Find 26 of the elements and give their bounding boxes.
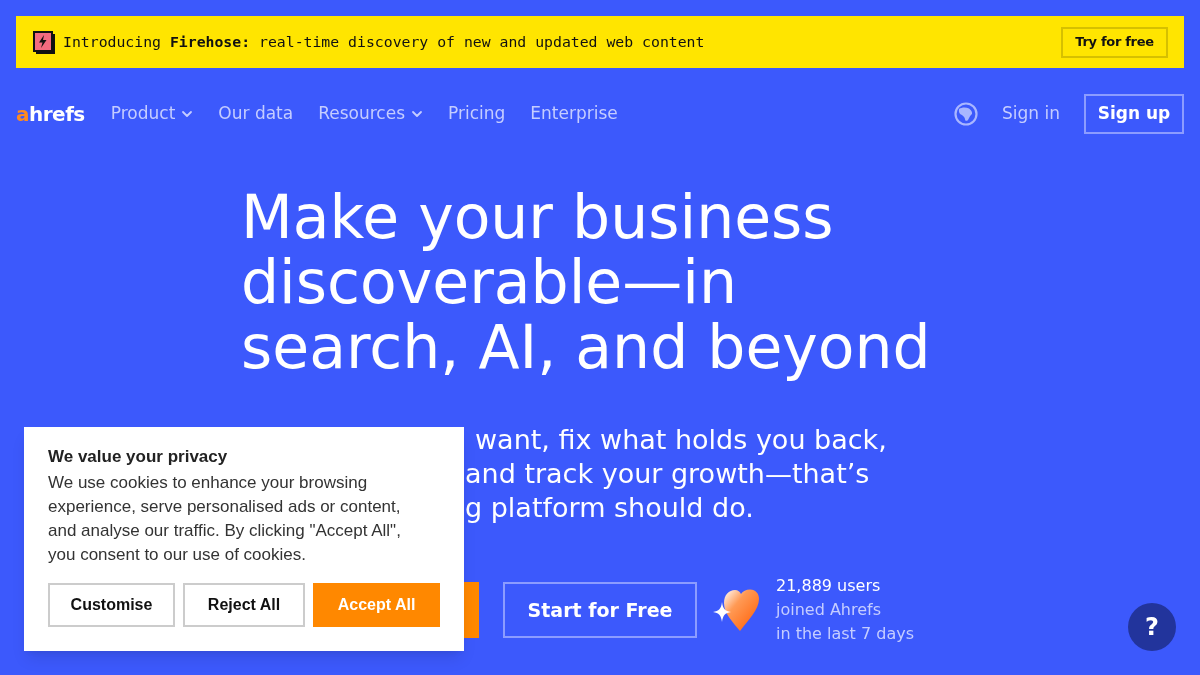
users-count: 21,889 users — [776, 575, 882, 597]
globe-icon[interactable] — [954, 102, 978, 126]
hero-subtitle: want, fix what holds you back, — [475, 423, 887, 457]
cookie-dialog-text: We use cookies to enhance your browsing experience, serve personalised ads or content, and analyse our traffic. By clicking "Accept All", you consent to our use of cookies. — [48, 472, 402, 566]
try-for-free-button[interactable]: Try for free — [1061, 26, 1168, 58]
social-proof-text: in the last 7 days — [776, 623, 914, 645]
lightning-bolt-icon — [33, 30, 55, 54]
help-button[interactable]: ? — [1128, 603, 1176, 651]
social-proof-text: joined Ahrefs — [776, 599, 883, 621]
cookie-button[interactable]: Reject All — [183, 583, 305, 627]
nav-link[interactable]: Product — [110, 101, 194, 127]
nav-link[interactable]: Our data — [218, 101, 294, 127]
announcement-text: Introducing Firehose: real-time discovery of new and updated web content — [63, 31, 705, 52]
hero-subtitle: g platform should do. — [465, 491, 754, 525]
hero-subtitle: and track your growth—that’s — [465, 457, 870, 491]
nav-link[interactable]: Enterprise — [530, 101, 618, 127]
sign-in-link[interactable]: Sign in — [1002, 101, 1060, 127]
heart-sparkle-icon — [713, 588, 760, 632]
sign-up-button[interactable]: Sign up — [1084, 94, 1184, 134]
nav-link[interactable]: Pricing — [448, 101, 506, 127]
cookie-dialog-title: We value your privacy — [48, 446, 229, 468]
cookie-button[interactable]: Customise — [48, 583, 175, 627]
start-for-free-button[interactable]: Start for Free — [503, 582, 697, 638]
hero-title: Make your business discoverable—in search, AI, and beyond — [241, 185, 932, 380]
nav-link[interactable]: Resources — [318, 101, 423, 127]
ahrefs-logo[interactable]: ahrefs — [16, 104, 85, 124]
